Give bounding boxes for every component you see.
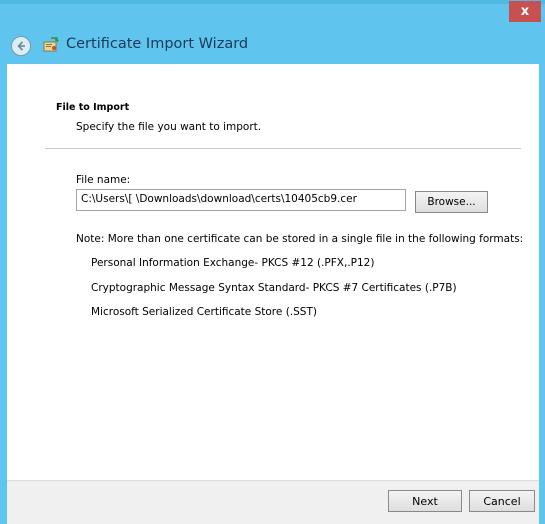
cancel-button[interactable]: Cancel bbox=[469, 490, 535, 512]
format-item-pfx: Personal Information Exchange- PKCS #12 … bbox=[91, 257, 375, 269]
file-name-input[interactable]: C:\Users\[ \Downloads\download\certs\104… bbox=[76, 189, 406, 211]
formats-note: Note: More than one certificate can be s… bbox=[76, 233, 524, 245]
wizard-footer: Next Cancel bbox=[7, 480, 539, 524]
format-item-sst: Microsoft Serialized Certificate Store (… bbox=[91, 306, 317, 318]
close-icon: x bbox=[520, 4, 530, 19]
wizard-header: Certificate Import Wizard bbox=[0, 26, 545, 64]
back-button[interactable] bbox=[11, 36, 31, 56]
browse-button[interactable]: Browse... bbox=[415, 191, 488, 213]
file-name-label: File name: bbox=[76, 174, 131, 186]
section-title: File to Import bbox=[56, 102, 130, 113]
format-item-p7b: Cryptographic Message Syntax Standard- P… bbox=[91, 282, 457, 294]
back-arrow-icon bbox=[17, 41, 25, 51]
certificate-icon bbox=[43, 37, 59, 52]
title-bar bbox=[0, 0, 545, 4]
next-button[interactable]: Next bbox=[388, 490, 462, 512]
close-button[interactable]: x bbox=[509, 1, 541, 22]
header-divider bbox=[45, 148, 521, 149]
wizard-window: x Certificate Import Wizard File to Impo… bbox=[0, 0, 545, 524]
section-subtitle: Specify the file you want to import. bbox=[76, 121, 262, 133]
wizard-content: File to Import Specify the file you want… bbox=[7, 64, 539, 480]
wizard-title: Certificate Import Wizard bbox=[66, 36, 249, 52]
